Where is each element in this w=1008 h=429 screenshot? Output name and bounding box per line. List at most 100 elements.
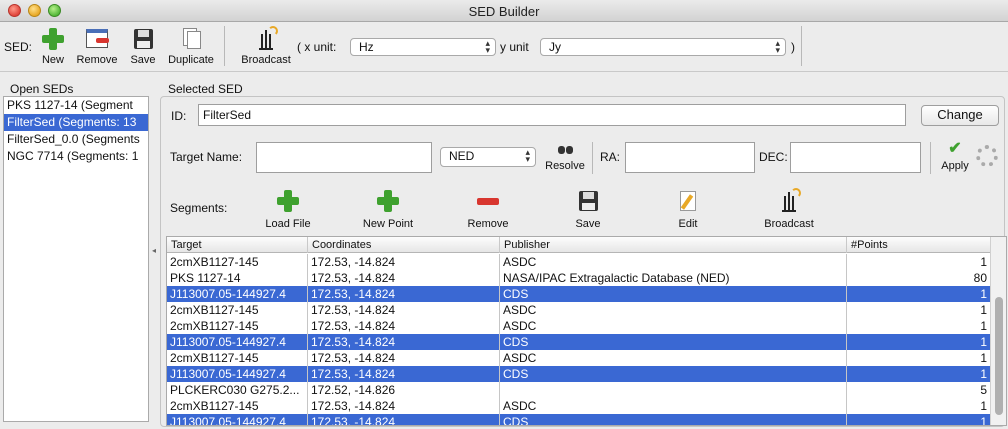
table-vertical-scrollbar[interactable]	[990, 237, 1006, 425]
cell-points: 1	[980, 351, 987, 365]
change-button[interactable]: Change	[921, 105, 999, 126]
cell-publisher: CDS	[500, 286, 847, 302]
resolve-button[interactable]: Resolve	[544, 141, 586, 172]
cell-coordinates: 172.53, -14.824	[308, 334, 500, 350]
cell-points: 1	[980, 319, 987, 333]
table-row[interactable]: J113007.05-144927.4 172.53, -14.824 CDS 1	[167, 334, 991, 350]
cell-points: 5	[980, 383, 987, 397]
cell-publisher: CDS	[500, 414, 847, 425]
column-header-points[interactable]: #Points	[847, 237, 991, 253]
resolve-label: Resolve	[545, 160, 585, 172]
paren-close-label: )	[791, 40, 795, 54]
open-sed-item[interactable]: FilterSed (Segments: 13	[4, 114, 148, 131]
apply-button[interactable]: ✔ Apply	[938, 141, 972, 173]
table-row[interactable]: 2cmXB1127-145 172.53, -14.824 ASDC 1	[167, 302, 991, 318]
cell-target: J113007.05-144927.4	[167, 286, 308, 302]
scrollbar-thumb[interactable]	[995, 297, 1003, 415]
column-header-target[interactable]: Target	[167, 237, 308, 253]
split-pane-divider[interactable]: ◂	[152, 246, 156, 255]
cell-target: 2cmXB1127-145	[167, 398, 308, 414]
segments-label: Segments:	[170, 201, 228, 215]
load-file-label: Load File	[265, 218, 311, 230]
table-row[interactable]: PKS 1127-14 172.53, -14.824 NASA/IPAC Extr…	[167, 270, 991, 286]
separator	[592, 142, 593, 174]
broadcast-segment-label: Broadcast	[764, 218, 814, 230]
dec-label: DEC:	[759, 150, 788, 164]
duplicate-sed-label: Duplicate	[168, 54, 214, 66]
cell-target: 2cmXB1127-145	[167, 254, 308, 270]
edit-pencil-icon	[675, 188, 701, 214]
cell-points: 1	[980, 415, 987, 426]
title-bar: SED Builder	[0, 0, 1008, 22]
ra-field[interactable]	[625, 142, 755, 173]
cell-target: J113007.05-144927.4	[167, 366, 308, 382]
updown-arrow-icon: ▴ ▾	[775, 38, 780, 55]
table-row[interactable]: J113007.05-144927.4 172.53, -14.824 CDS 1	[167, 286, 991, 302]
broadcast-sed-label: Broadcast	[241, 54, 291, 66]
column-header-coordinates[interactable]: Coordinates	[308, 237, 500, 253]
cell-publisher: ASDC	[500, 254, 847, 270]
open-sed-item[interactable]: FilterSed_0.0 (Segments	[4, 131, 148, 148]
cell-target: PKS 1127-14	[167, 270, 308, 286]
floppy-disk-icon	[575, 188, 601, 214]
new-point-button[interactable]: New Point	[358, 188, 418, 230]
open-sed-item[interactable]: PKS 1127-14 (Segment	[4, 97, 148, 114]
save-sed-label: Save	[130, 54, 156, 66]
cell-coordinates: 172.53, -14.824	[308, 318, 500, 334]
cell-coordinates: 172.53, -14.824	[308, 286, 500, 302]
table-row[interactable]: 2cmXB1127-145 172.53, -14.824 ASDC 1	[167, 398, 991, 414]
cell-coordinates: 172.53, -14.824	[308, 254, 500, 270]
remove-sed-button[interactable]: Remove	[74, 26, 120, 66]
dec-field[interactable]	[790, 142, 921, 173]
xunit-label: ( x unit:	[297, 40, 337, 54]
broadcast-sed-button[interactable]: Broadcast	[238, 26, 294, 66]
separator	[930, 142, 931, 174]
column-header-publisher[interactable]: Publisher	[500, 237, 847, 253]
new-sed-button[interactable]: New	[38, 26, 68, 66]
floppy-disk-icon	[130, 26, 156, 52]
cell-points: 1	[980, 367, 987, 381]
load-file-button[interactable]: Load File	[260, 188, 316, 230]
broadcast-segment-button[interactable]: Broadcast	[758, 188, 820, 230]
toolbar-separator	[801, 26, 802, 66]
binoculars-icon	[555, 141, 575, 157]
cell-coordinates: 172.53, -14.824	[308, 366, 500, 382]
xunit-select[interactable]: Hz ▴ ▾	[350, 38, 496, 56]
target-name-field[interactable]	[256, 142, 432, 173]
plus-icon	[375, 188, 401, 214]
table-row[interactable]: 2cmXB1127-145 172.53, -14.824 ASDC 1	[167, 350, 991, 366]
main-toolbar: SED: New Remove Save Duplicate Broadcast…	[0, 22, 1008, 72]
table-row[interactable]: 2cmXB1127-145 172.53, -14.824 ASDC 1	[167, 318, 991, 334]
open-seds-list[interactable]: PKS 1127-14 (Segment FilterSed (Segments…	[3, 96, 149, 422]
cell-coordinates: 172.53, -14.824	[308, 270, 500, 286]
cell-points: 1	[980, 287, 987, 301]
remove-window-icon	[84, 26, 110, 52]
edit-segment-button[interactable]: Edit	[670, 188, 706, 230]
save-segment-button[interactable]: Save	[570, 188, 606, 230]
cell-publisher: ASDC	[500, 302, 847, 318]
segments-table[interactable]: Target Coordinates Publisher #Points 2cm…	[166, 236, 1007, 426]
cell-points: 1	[980, 303, 987, 317]
remove-segment-button[interactable]: Remove	[462, 188, 514, 230]
table-row[interactable]: 2cmXB1127-145 172.53, -14.824 ASDC 1	[167, 254, 991, 270]
table-header: Target Coordinates Publisher #Points	[167, 237, 991, 253]
duplicate-sed-button[interactable]: Duplicate	[165, 26, 217, 66]
save-sed-button[interactable]: Save	[128, 26, 158, 66]
cell-publisher: CDS	[500, 366, 847, 382]
open-sed-item[interactable]: NGC 7714 (Segments: 1	[4, 148, 148, 165]
cell-points: 80	[973, 271, 987, 285]
table-row[interactable]: J113007.05-144927.4 172.53, -14.824 CDS 1	[167, 414, 991, 426]
yunit-select[interactable]: Jy ▴ ▾	[540, 38, 786, 56]
table-row[interactable]: PLCKERC030 G275.2... 172.52, -14.826 5	[167, 382, 991, 398]
resolver-select[interactable]: NED ▴ ▾	[440, 147, 536, 167]
cell-coordinates: 172.52, -14.826	[308, 382, 500, 398]
cell-coordinates: 172.53, -14.824	[308, 350, 500, 366]
cell-points: 1	[980, 255, 987, 269]
yunit-value: Jy	[549, 40, 561, 54]
resolver-value: NED	[449, 149, 475, 163]
cell-coordinates: 172.53, -14.824	[308, 302, 500, 318]
table-row[interactable]: J113007.05-144927.4 172.53, -14.824 CDS 1	[167, 366, 991, 382]
id-field[interactable]: FilterSed	[198, 104, 906, 126]
cell-publisher	[500, 382, 847, 398]
cell-target: PLCKERC030 G275.2...	[167, 382, 308, 398]
